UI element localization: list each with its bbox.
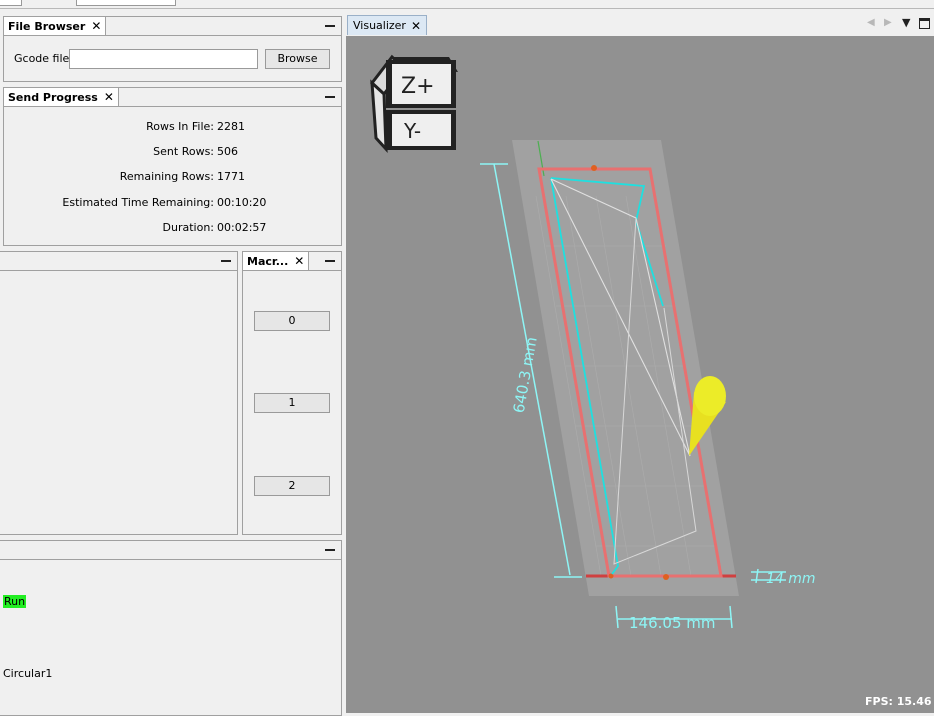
minimize-icon[interactable] xyxy=(323,543,337,555)
depth-dimension-label: 14 mm xyxy=(766,571,816,587)
close-icon[interactable]: ✕ xyxy=(104,90,114,104)
navigation-cube[interactable]: Z+ Y- xyxy=(369,54,458,154)
visualizer-scene: Z+ Y- 640.3 mm 146.05 mm 14 mm FPS: 15.4… xyxy=(369,54,932,708)
toolbar-field[interactable] xyxy=(0,0,22,6)
macro-button-1[interactable]: 1 xyxy=(254,393,330,413)
close-icon[interactable]: ✕ xyxy=(91,19,101,33)
macro-button-2[interactable]: 2 xyxy=(254,476,330,496)
run-label[interactable]: Run xyxy=(3,595,27,608)
progress-row: Remaining Rows: 1771 xyxy=(4,170,343,184)
width-dimension-label: 146.05 mm xyxy=(629,614,715,632)
arrow-left-icon[interactable]: ◀ xyxy=(867,17,875,28)
maximize-icon[interactable] xyxy=(919,18,930,29)
tab-macros[interactable]: Macr... ✕ xyxy=(243,252,310,270)
close-icon[interactable]: ✕ xyxy=(294,254,304,268)
file-browser-header: File Browser ✕ xyxy=(4,17,341,36)
cube-top-label: Z+ xyxy=(401,74,435,99)
sent-rows-label: Sent Rows: xyxy=(153,145,214,158)
macros-panel: Macr... ✕ 0 1 2 xyxy=(242,251,342,535)
minimize-icon[interactable] xyxy=(323,254,337,266)
send-progress-header: Send Progress ✕ xyxy=(4,88,341,107)
tab-send-progress[interactable]: Send Progress ✕ xyxy=(4,88,119,106)
sent-rows-value: 506 xyxy=(217,145,238,158)
top-toolbar xyxy=(0,0,934,9)
close-icon[interactable]: ✕ xyxy=(411,19,421,33)
box-corner-marker xyxy=(591,165,597,171)
progress-row: Duration: 00:02:57 xyxy=(4,221,343,235)
circular-label[interactable]: Circular1 xyxy=(3,667,52,680)
macros-header: Macr... ✕ xyxy=(243,252,341,271)
rows-in-file-value: 2281 xyxy=(217,120,245,133)
menu-dropdown-icon[interactable]: ▼ xyxy=(902,16,910,29)
progress-row: Sent Rows: 506 xyxy=(4,145,343,159)
duration-label: Duration: xyxy=(162,221,214,234)
file-browser-panel: File Browser ✕ Gcode file: Browse xyxy=(3,16,342,82)
bottom-panel-header xyxy=(0,541,341,560)
minimize-icon[interactable] xyxy=(219,254,233,266)
cube-front-face[interactable] xyxy=(392,114,451,146)
estimated-time-value: 00:10:20 xyxy=(217,196,267,209)
remaining-rows-label: Remaining Rows: xyxy=(119,170,214,183)
tab-label: Visualizer xyxy=(353,19,406,32)
rows-in-file-label: Rows In File: xyxy=(146,120,214,133)
remaining-rows-value: 1771 xyxy=(217,170,245,183)
height-dimension-label: 640.3 mm xyxy=(510,336,541,415)
gcode-file-label: Gcode file: xyxy=(14,52,74,65)
minimize-icon[interactable] xyxy=(323,19,337,31)
arrow-right-icon[interactable]: ▶ xyxy=(884,17,892,28)
visualizer-tabbar: Visualizer ✕ ◀ ▶ ▼ xyxy=(346,14,934,37)
send-progress-panel: Send Progress ✕ Rows In File: 2281 Sent … xyxy=(3,87,342,246)
progress-row: Rows In File: 2281 xyxy=(4,120,343,134)
fps-readout: FPS: 15.46 xyxy=(865,695,932,708)
macro-button-0[interactable]: 0 xyxy=(254,311,330,331)
box-corner-marker xyxy=(663,574,669,580)
bottom-panel: Run Circular1 xyxy=(0,540,342,716)
progress-row: Estimated Time Remaining: 00:10:20 xyxy=(4,196,343,210)
estimated-time-label: Estimated Time Remaining: xyxy=(62,196,214,209)
visualizer-viewport[interactable]: Z+ Y- 640.3 mm 146.05 mm 14 mm FPS: 15.4… xyxy=(346,36,934,713)
duration-value: 00:02:57 xyxy=(217,221,267,234)
tab-visualizer[interactable]: Visualizer ✕ xyxy=(347,15,427,35)
empty-panel-header xyxy=(0,252,237,271)
tab-file-browser[interactable]: File Browser ✕ xyxy=(4,17,107,35)
empty-panel xyxy=(0,251,238,535)
browse-button[interactable]: Browse xyxy=(265,49,330,69)
minimize-icon[interactable] xyxy=(323,90,337,102)
tab-label: File Browser xyxy=(8,19,86,33)
tab-label: Macr... xyxy=(247,254,289,268)
gcode-file-input[interactable] xyxy=(69,49,258,69)
cube-front-label: Y- xyxy=(403,119,421,143)
tab-label: Send Progress xyxy=(8,90,98,104)
toolbar-combo[interactable] xyxy=(76,0,176,6)
